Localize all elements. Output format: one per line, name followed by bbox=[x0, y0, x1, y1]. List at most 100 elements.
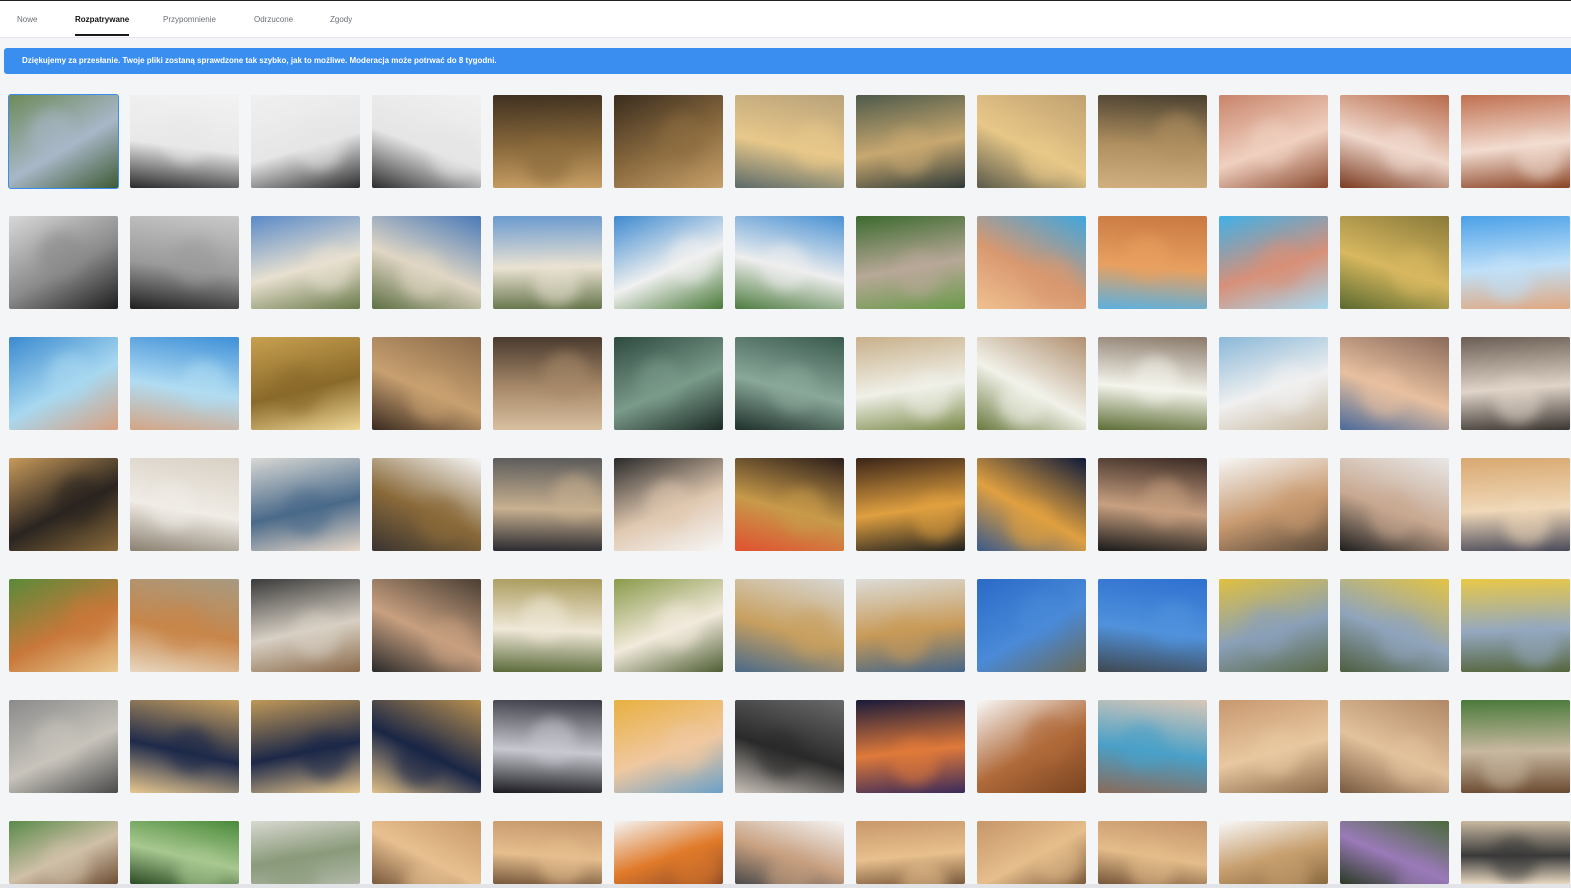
thumbnail[interactable] bbox=[1461, 579, 1570, 672]
thumbnail[interactable] bbox=[130, 700, 239, 793]
thumbnail[interactable] bbox=[1461, 700, 1570, 793]
thumbnail-highlight bbox=[1267, 364, 1313, 410]
thumbnail[interactable] bbox=[1098, 216, 1207, 309]
thumbnail[interactable] bbox=[9, 458, 118, 551]
thumbnail[interactable] bbox=[493, 458, 602, 551]
thumbnail[interactable] bbox=[1219, 700, 1328, 793]
thumbnail[interactable] bbox=[372, 579, 481, 672]
thumbnail[interactable] bbox=[251, 579, 360, 672]
thumbnail[interactable] bbox=[130, 821, 239, 884]
thumbnail[interactable] bbox=[493, 821, 602, 884]
thumbnail[interactable] bbox=[1340, 337, 1449, 430]
thumbnail[interactable] bbox=[372, 821, 481, 884]
thumbnail[interactable] bbox=[614, 579, 723, 672]
thumbnail-highlight bbox=[883, 617, 929, 663]
thumbnail[interactable] bbox=[1098, 821, 1207, 884]
thumbnail[interactable] bbox=[856, 700, 965, 793]
thumbnail[interactable] bbox=[614, 700, 723, 793]
thumbnail-highlight bbox=[892, 739, 938, 785]
thumbnail[interactable] bbox=[977, 337, 1086, 430]
thumbnail[interactable] bbox=[1461, 337, 1570, 430]
thumbnail[interactable] bbox=[1461, 458, 1570, 551]
thumbnail[interactable] bbox=[977, 216, 1086, 309]
thumbnail[interactable] bbox=[735, 95, 844, 188]
thumbnail[interactable] bbox=[130, 216, 239, 309]
thumbnail[interactable] bbox=[1340, 579, 1449, 672]
thumbnail[interactable] bbox=[251, 700, 360, 793]
thumbnail[interactable] bbox=[493, 95, 602, 188]
thumbnail[interactable] bbox=[614, 821, 723, 884]
thumbnail[interactable] bbox=[614, 95, 723, 188]
thumbnail[interactable] bbox=[856, 821, 965, 884]
thumbnail[interactable] bbox=[9, 579, 118, 672]
thumbnail[interactable] bbox=[1340, 95, 1449, 188]
thumbnail[interactable] bbox=[1340, 458, 1449, 551]
thumbnail[interactable] bbox=[1219, 337, 1328, 430]
thumbnail-highlight bbox=[409, 375, 455, 421]
thumbnail[interactable] bbox=[735, 458, 844, 551]
thumbnail[interactable] bbox=[1219, 95, 1328, 188]
thumbnail[interactable] bbox=[1340, 700, 1449, 793]
thumbnail-highlight bbox=[293, 612, 339, 658]
thumbnail[interactable] bbox=[251, 337, 360, 430]
thumbnail[interactable] bbox=[856, 216, 965, 309]
thumbnail[interactable] bbox=[735, 700, 844, 793]
thumbnail-highlight bbox=[1392, 249, 1438, 295]
thumbnail[interactable] bbox=[130, 458, 239, 551]
thumbnail[interactable] bbox=[1219, 458, 1328, 551]
thumbnail[interactable] bbox=[614, 337, 723, 430]
thumbnail[interactable] bbox=[977, 700, 1086, 793]
thumbnail[interactable] bbox=[1340, 821, 1449, 884]
thumbnail[interactable] bbox=[251, 216, 360, 309]
thumbnail[interactable] bbox=[735, 216, 844, 309]
thumbnail[interactable] bbox=[1098, 95, 1207, 188]
horizontal-scrollbar[interactable] bbox=[0, 884, 1571, 888]
thumbnail[interactable] bbox=[977, 95, 1086, 188]
thumbnail[interactable] bbox=[1219, 579, 1328, 672]
thumbnail[interactable] bbox=[1098, 458, 1207, 551]
thumbnail[interactable] bbox=[1098, 579, 1207, 672]
thumbnail[interactable] bbox=[977, 821, 1086, 884]
thumbnail[interactable] bbox=[372, 216, 481, 309]
thumbnail[interactable] bbox=[372, 458, 481, 551]
thumbnail[interactable] bbox=[130, 95, 239, 188]
thumbnail[interactable] bbox=[130, 579, 239, 672]
thumbnail[interactable] bbox=[1340, 216, 1449, 309]
thumbnail[interactable] bbox=[856, 95, 965, 188]
thumbnail[interactable] bbox=[977, 579, 1086, 672]
thumbnail[interactable] bbox=[614, 458, 723, 551]
thumbnail[interactable] bbox=[735, 579, 844, 672]
thumbnail[interactable] bbox=[735, 337, 844, 430]
thumbnail[interactable] bbox=[493, 337, 602, 430]
thumbnail[interactable] bbox=[9, 337, 118, 430]
thumbnail[interactable] bbox=[1098, 700, 1207, 793]
thumbnail[interactable] bbox=[9, 821, 118, 884]
thumbnail[interactable] bbox=[1461, 95, 1570, 188]
thumbnail[interactable] bbox=[493, 700, 602, 793]
thumbnail[interactable] bbox=[856, 579, 965, 672]
thumbnail[interactable] bbox=[977, 458, 1086, 551]
thumbnail[interactable] bbox=[372, 700, 481, 793]
thumbnail[interactable] bbox=[493, 216, 602, 309]
thumbnail[interactable] bbox=[614, 216, 723, 309]
thumbnail[interactable] bbox=[9, 700, 118, 793]
thumbnail[interactable] bbox=[856, 337, 965, 430]
thumbnail[interactable] bbox=[1219, 821, 1328, 884]
thumbnail[interactable] bbox=[493, 579, 602, 672]
thumbnail[interactable] bbox=[251, 458, 360, 551]
thumbnail[interactable] bbox=[8, 94, 119, 189]
thumbnail[interactable] bbox=[735, 821, 844, 884]
thumbnail[interactable] bbox=[251, 95, 360, 188]
thumbnail[interactable] bbox=[372, 95, 481, 188]
thumbnail-highlight bbox=[780, 488, 826, 534]
thumbnail-highlight bbox=[56, 476, 102, 522]
thumbnail[interactable] bbox=[1098, 337, 1207, 430]
thumbnail[interactable] bbox=[1219, 216, 1328, 309]
thumbnail[interactable] bbox=[9, 216, 118, 309]
thumbnail[interactable] bbox=[130, 337, 239, 430]
thumbnail[interactable] bbox=[251, 821, 360, 884]
thumbnail[interactable] bbox=[1461, 216, 1570, 309]
thumbnail[interactable] bbox=[856, 458, 965, 551]
thumbnail[interactable] bbox=[1461, 821, 1570, 884]
thumbnail[interactable] bbox=[372, 337, 481, 430]
